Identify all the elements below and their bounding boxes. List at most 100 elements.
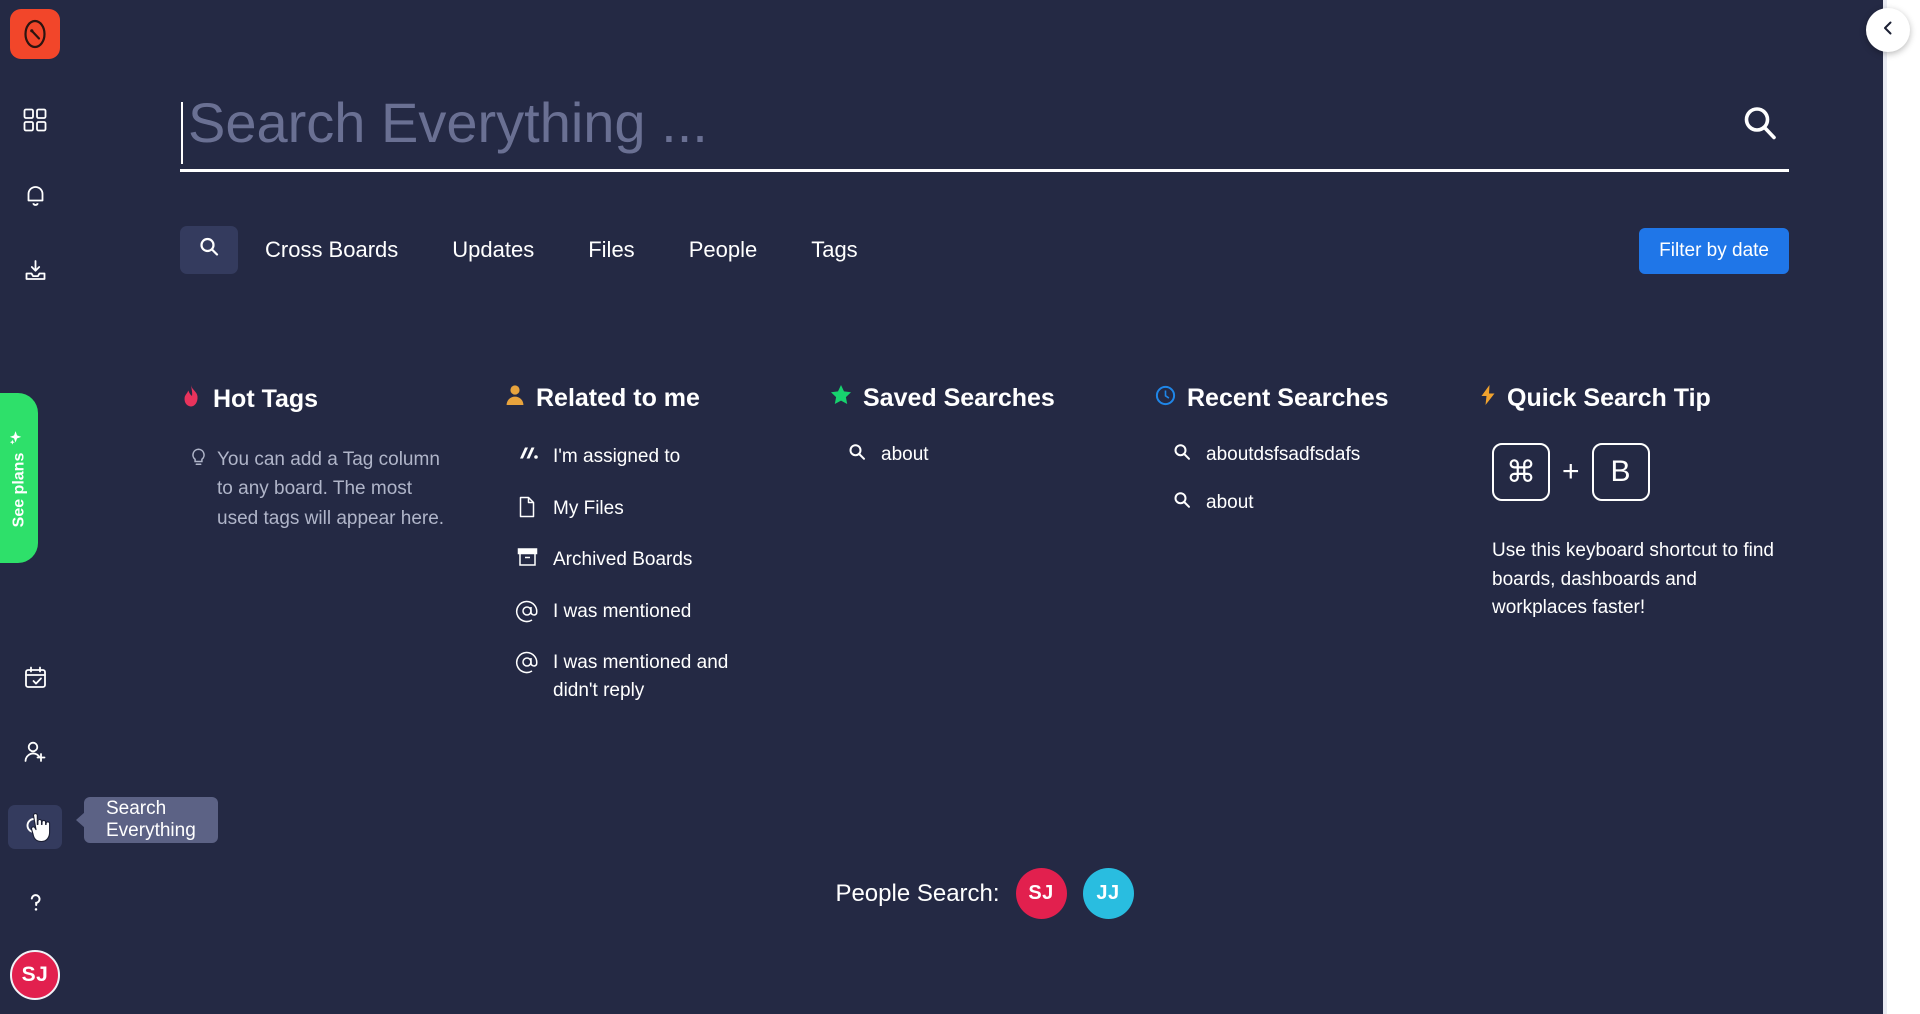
hot-tags-empty-tip: You can add a Tag column to any board. T… [190,445,450,533]
keyboard-shortcut: ⌘ + B [1490,443,1805,501]
calendar-check-icon [22,664,49,691]
people-avatar-jj[interactable]: JJ [1082,868,1134,919]
tab-label: Tags [811,237,858,262]
people-avatar-sj[interactable]: SJ [1015,868,1067,919]
list-item-i-was-mentioned[interactable]: I was mentioned [515,598,770,626]
list-item-label: My Files [553,497,624,519]
column-body: aboutdsfsadfsdafs about [1155,443,1480,515]
search-icon [1173,491,1191,515]
search-bar[interactable]: Search Everything ... [180,82,1789,172]
see-plans-label: See plans [10,452,28,528]
avatar-initials: JJ [1096,882,1120,904]
tab-label: Files [588,237,635,262]
hot-tags-tip-text: You can add a Tag column to any board. T… [217,449,445,529]
app-root: See plans SJ Search Everything Search Ev… [0,0,1920,1014]
see-plans-button[interactable]: See plans [0,393,38,563]
chevron-left-icon [1879,19,1897,42]
help-icon [22,889,49,916]
column-recent-searches: Recent Searches aboutdsfsadfsdafs about [1155,384,1480,728]
lightning-icon [1480,384,1496,413]
at-icon [515,599,539,623]
recent-search-item[interactable]: aboutdsfsadfsdafs [1165,443,1480,467]
recent-search-label: about [1206,492,1254,513]
sparkle-icon [8,429,30,446]
recent-search-label: aboutdsfsadfsdafs [1206,444,1361,465]
quick-search-tip-text: Use this keyboard shortcut to find board… [1492,540,1774,618]
at-icon [515,650,539,674]
clock-icon [1155,384,1176,413]
tab-tags[interactable]: Tags [784,226,884,274]
sidebar-item-search-everything[interactable] [8,805,62,849]
column-header: Quick Search Tip [1480,384,1805,413]
column-body: You can add a Tag column to any board. T… [180,445,505,533]
column-title: Recent Searches [1187,384,1389,412]
inbox-icon [22,257,49,284]
tab-all[interactable] [180,226,238,274]
archive-icon [515,547,539,567]
assigned-icon [515,444,539,462]
column-related-to-me: Related to me I'm assigned to My Files A… [505,384,830,728]
saved-search-label: about [881,444,929,465]
list-item-label: I was mentioned [553,600,692,622]
person-icon [505,384,525,413]
filter-by-date-button[interactable]: Filter by date [1639,228,1789,274]
tab-label: Updates [452,237,535,262]
tab-files[interactable]: Files [561,226,661,274]
sidebar-item-invite[interactable] [8,730,62,774]
star-icon [830,384,852,413]
column-header: Hot Tags [180,384,505,415]
bell-icon [22,182,49,209]
column-header: Recent Searches [1155,384,1480,413]
list-item-archived-boards[interactable]: Archived Boards [515,546,770,574]
avatar-initials: SJ [21,963,49,986]
sidebar-item-notifications[interactable] [8,173,62,217]
key-plus-sign: + [1562,455,1580,488]
column-hot-tags: Hot Tags You can add a Tag column to any… [180,384,505,728]
search-icon [198,236,220,264]
sidebar-item-home[interactable] [8,98,62,142]
panel-right-edge [1883,0,1887,1014]
tab-cross-boards[interactable]: Cross Boards [238,226,425,274]
column-body: I'm assigned to My Files Archived Boards… [505,443,830,704]
file-icon [515,496,539,518]
recent-search-item[interactable]: about [1165,491,1480,515]
tab-updates[interactable]: Updates [425,226,561,274]
invite-user-icon [22,739,49,766]
list-item-assigned-to[interactable]: I'm assigned to [515,443,770,471]
column-title: Related to me [536,384,700,412]
text-caret [181,102,183,164]
sidebar-item-my-work[interactable] [8,655,62,699]
list-item-mentioned-no-reply[interactable]: I was mentioned and didn't reply [515,649,770,704]
lightbulb-icon [190,448,207,477]
search-input[interactable]: Search Everything ... [188,94,708,157]
column-body: ⌘ + B Use this keyboard shortcut to find… [1480,443,1805,623]
home-grid-icon [22,107,48,133]
saved-search-item[interactable]: about [840,443,1155,467]
tab-people[interactable]: People [662,226,785,274]
search-submit-button[interactable] [1731,96,1789,154]
column-header: Saved Searches [830,384,1155,413]
search-icon [848,443,866,467]
search-tabs: Cross Boards Updates Files People Tags [180,226,885,274]
left-sidebar: See plans SJ Search Everything [0,0,218,1014]
search-icon [1173,443,1191,467]
list-item-my-files[interactable]: My Files [515,495,770,523]
column-body: about [830,443,1155,467]
search-suggestion-columns: Hot Tags You can add a Tag column to any… [180,384,1880,728]
avatar[interactable]: SJ [10,950,60,1000]
tab-label: Cross Boards [265,237,399,262]
sidebar-item-inbox[interactable] [8,248,62,292]
search-icon [1740,103,1780,148]
column-header: Related to me [505,384,830,413]
column-title: Hot Tags [213,385,319,413]
tab-label: People [688,237,758,262]
collapse-panel-button[interactable] [1866,8,1910,52]
list-item-label: I'm assigned to [553,446,681,467]
avatar-initials: SJ [1028,882,1054,904]
monday-logo[interactable] [10,9,60,59]
flame-icon [180,384,202,415]
column-title: Quick Search Tip [1507,384,1711,412]
sidebar-item-help[interactable] [8,880,62,924]
search-content: Search Everything ... Cross Boards Updat… [180,0,1880,1014]
column-saved-searches: Saved Searches about [830,384,1155,728]
